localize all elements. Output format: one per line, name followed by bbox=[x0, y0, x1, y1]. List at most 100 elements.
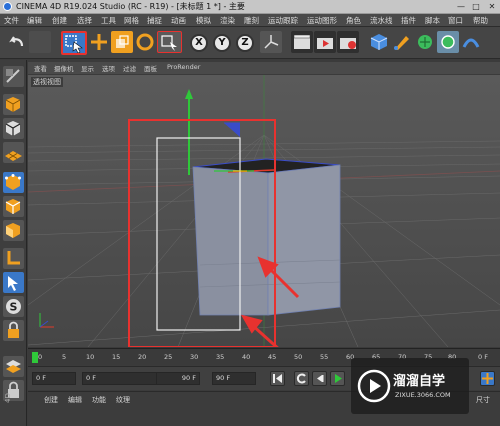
start-frame-field[interactable]: 0 F bbox=[32, 372, 76, 385]
loop-button[interactable] bbox=[294, 371, 309, 386]
menu-snap[interactable]: 捕捉 bbox=[147, 15, 162, 26]
scale-button[interactable] bbox=[111, 31, 133, 53]
timeline-tick: 25 bbox=[164, 353, 173, 361]
rotate-icon bbox=[136, 33, 154, 51]
viewport-menu-cameras[interactable]: 摄像机 bbox=[54, 63, 74, 73]
mode-palette: S bbox=[0, 60, 27, 426]
tweak-mode-button[interactable] bbox=[3, 272, 24, 293]
points-mode-button[interactable] bbox=[3, 172, 24, 193]
workplane-lock-button[interactable] bbox=[3, 320, 24, 341]
redo-button[interactable] bbox=[29, 31, 51, 53]
axis-y-lock-button[interactable]: Y bbox=[213, 34, 231, 52]
model-mode-button[interactable] bbox=[3, 94, 24, 115]
move-button[interactable] bbox=[88, 31, 110, 53]
clapper-icon bbox=[293, 34, 311, 49]
menu-edit[interactable]: 编辑 bbox=[27, 15, 42, 26]
menu-mesh[interactable]: 网格 bbox=[124, 15, 139, 26]
solo-view-button[interactable] bbox=[3, 356, 24, 377]
watermark-title: 溜溜自学 bbox=[393, 374, 446, 389]
scale-icon bbox=[116, 35, 129, 48]
viewport-menu-filter[interactable]: 过滤 bbox=[123, 63, 136, 73]
make-editable-button[interactable] bbox=[3, 66, 24, 87]
play-icon bbox=[335, 374, 342, 383]
polygons-mode-button[interactable] bbox=[3, 220, 24, 241]
menu-create[interactable]: 创建 bbox=[52, 15, 67, 26]
svg-text:S: S bbox=[10, 301, 18, 314]
step-back-icon bbox=[317, 375, 324, 382]
viewport-menu-options[interactable]: 选项 bbox=[102, 63, 115, 73]
coordinate-system-button[interactable] bbox=[260, 31, 282, 53]
menu-motion-tracking[interactable]: 运动跟踪 bbox=[268, 15, 298, 26]
menu-character[interactable]: 角色 bbox=[346, 15, 361, 26]
timeline-tick: 10 bbox=[86, 353, 95, 361]
viewport-menu-view[interactable]: 查看 bbox=[34, 63, 47, 73]
cinema4d-window: CINEMA 4D R19.024 Studio (RC - R19) - [未… bbox=[0, 0, 500, 426]
rotate-button[interactable] bbox=[134, 31, 156, 53]
lock-icon bbox=[8, 321, 19, 338]
edges-mode-button[interactable] bbox=[3, 196, 24, 217]
menu-sculpt[interactable]: 雕刻 bbox=[244, 15, 259, 26]
max-frame-field[interactable]: 90 F bbox=[156, 372, 200, 385]
loop-icon bbox=[296, 373, 306, 384]
watermark-url: ZIXUE.3066.COM bbox=[395, 391, 451, 399]
maximize-button[interactable]: □ bbox=[470, 1, 482, 12]
tab-edit[interactable]: 编辑 bbox=[68, 395, 82, 405]
viewport-menu-prorender[interactable]: ProRender bbox=[167, 63, 200, 71]
viewport-menu-panel[interactable]: 面板 bbox=[144, 63, 157, 73]
go-to-start-button[interactable] bbox=[270, 371, 285, 386]
menu-simulate[interactable]: 模拟 bbox=[196, 15, 211, 26]
cube-object[interactable] bbox=[192, 158, 341, 316]
timeline-tick: 0 bbox=[38, 353, 43, 361]
workplane-grid-icon bbox=[5, 151, 22, 161]
main-toolbar: X Y Z bbox=[0, 27, 500, 59]
axis-x-lock-button[interactable]: X bbox=[190, 34, 208, 52]
menu-script[interactable]: 脚本 bbox=[425, 15, 440, 26]
menu-help[interactable]: 帮助 bbox=[473, 15, 488, 26]
viewport-scene[interactable] bbox=[28, 75, 500, 347]
menu-tools[interactable]: 工具 bbox=[101, 15, 116, 26]
texture-mode-button[interactable] bbox=[3, 118, 24, 139]
world-axis-icon bbox=[264, 35, 279, 49]
perspective-viewport[interactable]: 透视视图 bbox=[28, 75, 500, 347]
timeline-tick: 55 bbox=[320, 353, 329, 361]
live-selection-button[interactable] bbox=[61, 31, 87, 55]
close-button[interactable]: ✕ bbox=[486, 1, 498, 12]
enable-axis-button[interactable] bbox=[3, 248, 24, 269]
subdivision-surface-button[interactable] bbox=[414, 31, 436, 53]
snapping-button[interactable]: S bbox=[3, 296, 24, 317]
render-to-picture-viewer-button[interactable] bbox=[314, 31, 336, 53]
menu-mograph[interactable]: 运动图形 bbox=[307, 15, 337, 26]
polygons-cube-icon bbox=[6, 223, 20, 238]
menu-plugins[interactable]: 插件 bbox=[401, 15, 416, 26]
menu-file[interactable]: 文件 bbox=[4, 15, 19, 26]
viewport-menu-display[interactable]: 显示 bbox=[81, 63, 94, 73]
cube-icon bbox=[370, 34, 388, 50]
tab-function[interactable]: 功能 bbox=[92, 395, 106, 405]
menu-pipeline[interactable]: 流水线 bbox=[370, 15, 393, 26]
workplane-mode-button[interactable] bbox=[3, 142, 24, 163]
menu-window[interactable]: 窗口 bbox=[448, 15, 463, 26]
cloner-button[interactable] bbox=[437, 31, 459, 53]
render-settings-button[interactable] bbox=[337, 31, 359, 53]
pen-spline-button[interactable] bbox=[391, 31, 413, 53]
play-button[interactable] bbox=[330, 371, 345, 386]
menu-animate[interactable]: 动画 bbox=[171, 15, 186, 26]
tab-create[interactable]: 创建 bbox=[44, 395, 58, 405]
pen-icon bbox=[394, 36, 409, 50]
end-frame-field[interactable]: 90 F bbox=[212, 372, 256, 385]
step-back-button[interactable] bbox=[312, 371, 327, 386]
minimize-button[interactable]: — bbox=[455, 1, 467, 12]
menu-render[interactable]: 渲染 bbox=[220, 15, 235, 26]
tab-texture[interactable]: 纹理 bbox=[116, 395, 130, 405]
move-cross-icon bbox=[482, 373, 493, 384]
cinema4d-logo-icon bbox=[3, 2, 12, 11]
recent-tool-button[interactable] bbox=[157, 31, 182, 53]
deformer-button[interactable] bbox=[460, 31, 482, 53]
menu-select[interactable]: 选择 bbox=[77, 15, 92, 26]
render-view-button[interactable] bbox=[291, 31, 313, 53]
timeline-tick: 40 bbox=[242, 353, 251, 361]
axis-z-lock-button[interactable]: Z bbox=[236, 34, 254, 52]
undo-button[interactable] bbox=[6, 31, 28, 53]
move-tool-button[interactable] bbox=[480, 371, 495, 386]
cube-object-button[interactable] bbox=[368, 31, 390, 53]
